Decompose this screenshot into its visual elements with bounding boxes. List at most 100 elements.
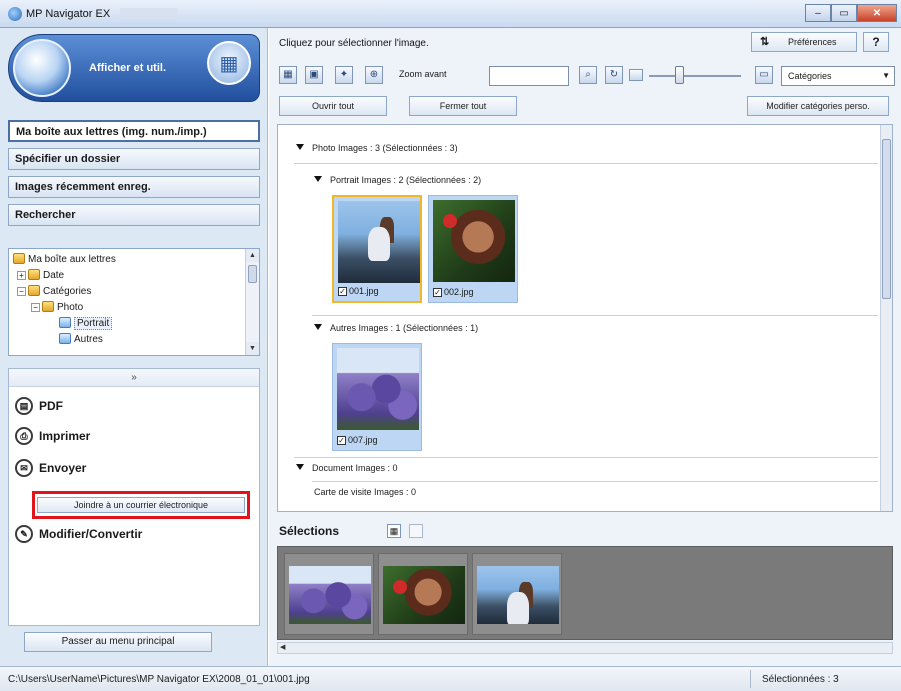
tree-node-categories[interactable]: − Catégories <box>17 285 91 297</box>
tray-scrollbar[interactable]: ◀ <box>277 642 893 654</box>
grid-view-icon[interactable]: ▦ <box>387 524 401 538</box>
action-label: Envoyer <box>39 461 87 475</box>
tree-node-mailbox[interactable]: Ma boîte aux lettres <box>13 253 116 265</box>
close-all-button[interactable]: Fermer tout <box>409 96 517 116</box>
pen-icon: ✎ <box>15 525 33 543</box>
collapse-toggle-icon[interactable]: − <box>31 303 40 312</box>
title-blurred-text <box>120 8 178 19</box>
edit-categories-button[interactable]: Modifier catégories perso. <box>747 96 889 116</box>
tree-label: Photo <box>57 302 84 313</box>
image-filename: 001.jpg <box>349 286 379 296</box>
image-caption: ✓ 002.jpg <box>433 287 474 297</box>
expanded-triangle-icon <box>296 464 304 470</box>
refresh-icon[interactable]: ↻ <box>605 66 623 84</box>
pdf-icon: ▤ <box>15 397 33 415</box>
large-thumbnail-icon[interactable]: ▭ <box>755 66 773 84</box>
scroll-thumb[interactable] <box>882 139 891 299</box>
image-browser: Photo Images : 3 (Sélectionnées : 3) Por… <box>277 124 893 512</box>
tray-item[interactable] <box>472 553 562 635</box>
zoom-in-icon[interactable]: ⊕ <box>365 66 383 84</box>
tree-node-date[interactable]: + Date <box>17 269 64 281</box>
image-caption: ✓ 007.jpg <box>337 435 378 445</box>
beach-photo <box>477 566 559 624</box>
action-edit-convert[interactable]: ✎ Modifier/Convertir <box>15 525 142 543</box>
tray-item[interactable] <box>284 553 374 635</box>
app-icon <box>8 7 22 21</box>
attach-email-button[interactable]: Joindre à un courrier électronique <box>37 497 245 513</box>
main-panel: Cliquez pour sélectionner l'image. ⇅ Pré… <box>269 28 901 666</box>
sidebar: Afficher et util. ▦ Ma boîte aux lettres… <box>0 28 268 666</box>
nav-recent-images[interactable]: Images récemment enreg. <box>8 176 260 198</box>
small-thumbnail-icon[interactable] <box>629 69 643 81</box>
portrait-photo <box>383 566 465 624</box>
tray-item[interactable] <box>378 553 468 635</box>
action-pdf[interactable]: ▤ PDF <box>15 397 63 415</box>
thumbnail-view-icon[interactable]: ▣ <box>305 66 323 84</box>
preferences-icon: ⇅ <box>760 36 770 48</box>
help-button[interactable]: ? <box>863 32 889 52</box>
sort-select[interactable]: Catégories ▼ <box>781 66 895 86</box>
status-bar: C:\Users\UserName\Pictures\MP Navigator … <box>0 666 901 691</box>
monitor-icon: ▦ <box>207 41 251 85</box>
single-view-icon[interactable] <box>409 524 423 538</box>
instruction-text: Cliquez pour sélectionner l'image. <box>279 38 429 49</box>
folder-icon <box>28 285 40 296</box>
group-document[interactable]: Document Images : 0 <box>296 463 398 473</box>
group-portrait[interactable]: Portrait Images : 2 (Sélectionnées : 2) <box>314 175 481 185</box>
image-thumbnail[interactable]: ✓ 007.jpg <box>332 343 422 451</box>
content-scrollbar[interactable] <box>880 125 892 511</box>
scroll-up-icon[interactable]: ▲ <box>246 249 259 262</box>
image-checkbox[interactable]: ✓ <box>337 435 346 445</box>
folder-icon <box>28 269 40 280</box>
scroll-thumb[interactable] <box>248 265 257 283</box>
scroll-down-icon[interactable]: ▼ <box>246 342 259 355</box>
group-photo[interactable]: Photo Images : 3 (Sélectionnées : 3) <box>296 143 458 153</box>
minimize-button[interactable]: – <box>805 4 831 22</box>
flowers-photo <box>337 348 419 430</box>
expand-toggle-icon[interactable]: + <box>17 271 26 280</box>
image-checkbox[interactable]: ✓ <box>338 286 347 296</box>
slider-thumb[interactable] <box>675 66 684 84</box>
nav-specify-folder[interactable]: Spécifier un dossier <box>8 148 260 170</box>
thumbnail-size-slider[interactable] <box>649 75 741 77</box>
mail-icon: ✉ <box>15 459 33 477</box>
image-thumbnail[interactable]: ✓ 002.jpg <box>428 195 518 303</box>
action-print[interactable]: ⎙ Imprimer <box>15 427 90 445</box>
nav-mailbox[interactable]: Ma boîte aux lettres (img. num./imp.) <box>8 120 260 142</box>
group-label: Portrait Images : 2 (Sélectionnées : 2) <box>330 175 482 185</box>
tree-node-portrait[interactable]: Portrait <box>59 317 113 330</box>
expand-chevron-icon[interactable]: » <box>9 369 259 387</box>
close-button[interactable]: ✕ <box>857 4 897 22</box>
file-path: C:\Users\UserName\Pictures\MP Navigator … <box>8 674 310 685</box>
action-send[interactable]: ✉ Envoyer <box>15 459 86 477</box>
group-autres[interactable]: Autres Images : 1 (Sélectionnées : 1) <box>314 323 478 333</box>
scanner-disc-icon <box>13 39 71 97</box>
tree-node-photo[interactable]: − Photo <box>31 301 83 313</box>
tree-label: Autres <box>74 334 103 345</box>
nav-search[interactable]: Rechercher <box>8 204 260 226</box>
main-menu-button[interactable]: Passer au menu principal <box>24 632 212 652</box>
grid-view-icon[interactable]: ▦ <box>279 66 297 84</box>
tree-scrollbar[interactable]: ▲ ▼ <box>245 249 259 355</box>
group-business-card[interactable]: Carte de visite Images : 0 <box>314 487 416 497</box>
image-thumbnail[interactable]: ✓ 001.jpg <box>332 195 422 303</box>
image-checkbox[interactable]: ✓ <box>433 287 442 297</box>
view-use-banner[interactable]: Afficher et util. ▦ <box>8 34 260 102</box>
maximize-button[interactable]: ▭ <box>831 4 857 22</box>
tree-node-autres[interactable]: Autres <box>59 333 103 345</box>
preferences-button[interactable]: ⇅ Préférences <box>751 32 857 52</box>
actions-panel: » ▤ PDF ⎙ Imprimer ✉ Envoyer Joindre à un c… <box>8 368 260 626</box>
toolbar: ▦ ▣ ✦ ⊕ Zoom avant ⌕ ↻ ▭ Catégories ▼ <box>269 58 901 88</box>
window-controls: – ▭ ✕ <box>805 4 897 22</box>
zoom-label[interactable]: Zoom avant <box>399 69 447 79</box>
window-title: MP Navigator EX <box>26 8 111 20</box>
divider <box>312 315 878 316</box>
collapse-toggle-icon[interactable]: − <box>17 287 26 296</box>
flowers-photo <box>289 566 371 624</box>
edit-tools-icon[interactable]: ✦ <box>335 66 353 84</box>
search-input[interactable] <box>489 66 569 86</box>
printer-icon: ⎙ <box>15 427 33 445</box>
scroll-left-icon[interactable]: ◀ <box>280 644 285 651</box>
open-all-button[interactable]: Ouvrir tout <box>279 96 387 116</box>
search-icon[interactable]: ⌕ <box>579 66 597 84</box>
